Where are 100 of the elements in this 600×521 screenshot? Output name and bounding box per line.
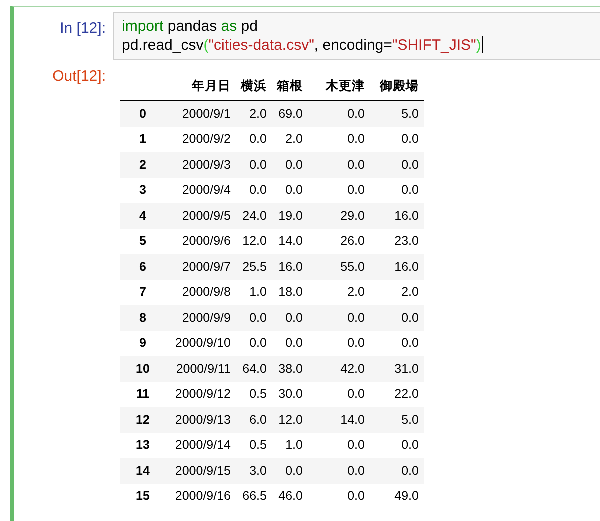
row-index: 11 xyxy=(120,382,166,407)
table-cell: 25.5 xyxy=(236,254,272,280)
table-cell: 0.0 xyxy=(370,458,424,484)
table-cell: 2000/9/10 xyxy=(166,330,236,356)
table-cell: 2000/9/15 xyxy=(166,458,236,484)
table-cell: 2000/9/6 xyxy=(166,228,236,254)
table-cell: 0.0 xyxy=(308,178,370,203)
table-cell: 2000/9/12 xyxy=(166,382,236,407)
table-cell: 2000/9/3 xyxy=(166,152,236,178)
table-cell: 18.0 xyxy=(272,280,308,305)
table-cell: 0.0 xyxy=(308,458,370,484)
row-index: 7 xyxy=(120,280,166,305)
row-index: 8 xyxy=(120,305,166,330)
row-index: 6 xyxy=(120,254,166,280)
row-index: 12 xyxy=(120,407,166,432)
table-cell: 0.0 xyxy=(272,152,308,178)
row-index: 2 xyxy=(120,152,166,178)
table-cell: 0.0 xyxy=(308,432,370,458)
row-index: 4 xyxy=(120,203,166,228)
table-cell: 66.5 xyxy=(236,484,272,509)
table-cell: 0.0 xyxy=(272,178,308,203)
table-cell: 22.0 xyxy=(370,382,424,407)
table-cell: 0.0 xyxy=(236,305,272,330)
table-cell: 0.0 xyxy=(308,100,370,126)
table-cell: 2000/9/13 xyxy=(166,407,236,432)
table-cell: 0.0 xyxy=(272,305,308,330)
table-cell: 0.0 xyxy=(370,330,424,356)
table-cell: 1.0 xyxy=(272,432,308,458)
table-cell: 0.0 xyxy=(236,330,272,356)
table-cell: 0.0 xyxy=(272,330,308,356)
table-cell: 2000/9/2 xyxy=(166,126,236,152)
code-editor[interactable]: import pandas as pd pd.read_csv("cities-data.csv", encoding="SHIFT_JIS") xyxy=(113,12,600,60)
table-cell: 0.0 xyxy=(370,432,424,458)
table-cell: 2000/9/1 xyxy=(166,100,236,126)
table-cell: 24.0 xyxy=(236,203,272,228)
text-cursor xyxy=(482,36,484,53)
table-cell: 0.0 xyxy=(308,126,370,152)
row-index: 1 xyxy=(120,126,166,152)
code-line: pd.read_csv("cities-data.csv", encoding="SHIFT_JIS") xyxy=(122,36,484,55)
table-cell: 29.0 xyxy=(308,203,370,228)
table-cell: 16.0 xyxy=(272,254,308,280)
table-cell: 0.0 xyxy=(236,126,272,152)
table-cell: 2.0 xyxy=(272,126,308,152)
table-cell: 0.0 xyxy=(308,152,370,178)
table-cell: 0.0 xyxy=(308,330,370,356)
row-index: 5 xyxy=(120,228,166,254)
table-cell: 0.0 xyxy=(370,126,424,152)
table-cell: 46.0 xyxy=(272,484,308,509)
table-cell: 0.0 xyxy=(308,382,370,407)
table-cell: 2000/9/8 xyxy=(166,280,236,305)
table-cell: 5.0 xyxy=(370,407,424,432)
row-index: 10 xyxy=(120,356,166,382)
table-cell: 6.0 xyxy=(236,407,272,432)
table-cell: 30.0 xyxy=(272,382,308,407)
table-cell: 5.0 xyxy=(370,100,424,126)
table-cell: 0.0 xyxy=(236,152,272,178)
table-cell: 55.0 xyxy=(308,254,370,280)
table-cell: 69.0 xyxy=(272,100,308,126)
table-cell: 23.0 xyxy=(370,228,424,254)
table-cell: 14.0 xyxy=(308,407,370,432)
table-cell: 2000/9/16 xyxy=(166,484,236,509)
table-cell: 64.0 xyxy=(236,356,272,382)
table-cell: 0.0 xyxy=(272,458,308,484)
code-line: import pandas as pd xyxy=(122,17,258,36)
row-index: 9 xyxy=(120,330,166,356)
table-cell: 1.0 xyxy=(236,280,272,305)
table-cell: 2000/9/7 xyxy=(166,254,236,280)
table-cell: 38.0 xyxy=(272,356,308,382)
table-cell: 0.0 xyxy=(236,178,272,203)
table-cell: 12.0 xyxy=(236,228,272,254)
row-index: 14 xyxy=(120,458,166,484)
output-prompt: Out[12]: xyxy=(52,67,107,85)
table-cell: 26.0 xyxy=(308,228,370,254)
table-cell: 2000/9/4 xyxy=(166,178,236,203)
row-index: 3 xyxy=(120,178,166,203)
table-cell: 16.0 xyxy=(370,203,424,228)
table-cell: 3.0 xyxy=(236,458,272,484)
table-cell: 19.0 xyxy=(272,203,308,228)
table-cell: 49.0 xyxy=(370,484,424,509)
table-cell: 2.0 xyxy=(370,280,424,305)
table-cell: 31.0 xyxy=(370,356,424,382)
table-cell: 2000/9/11 xyxy=(166,356,236,382)
table-cell: 2000/9/5 xyxy=(166,203,236,228)
table-cell: 0.5 xyxy=(236,382,272,407)
table-cell: 0.0 xyxy=(308,484,370,509)
row-index: 13 xyxy=(120,432,166,458)
table-cell: 42.0 xyxy=(308,356,370,382)
table-cell: 16.0 xyxy=(370,254,424,280)
table-cell: 0.5 xyxy=(236,432,272,458)
table-cell: 12.0 xyxy=(272,407,308,432)
row-index: 0 xyxy=(120,100,166,126)
table-cell: 14.0 xyxy=(272,228,308,254)
table-cell: 0.0 xyxy=(308,305,370,330)
row-index: 15 xyxy=(120,484,166,509)
table-cell: 0.0 xyxy=(370,305,424,330)
table-cell: 0.0 xyxy=(370,178,424,203)
table-cell: 2000/9/14 xyxy=(166,432,236,458)
table-cell: 2.0 xyxy=(236,100,272,126)
table-cell: 2.0 xyxy=(308,280,370,305)
input-prompt: In [12]: xyxy=(59,19,107,37)
